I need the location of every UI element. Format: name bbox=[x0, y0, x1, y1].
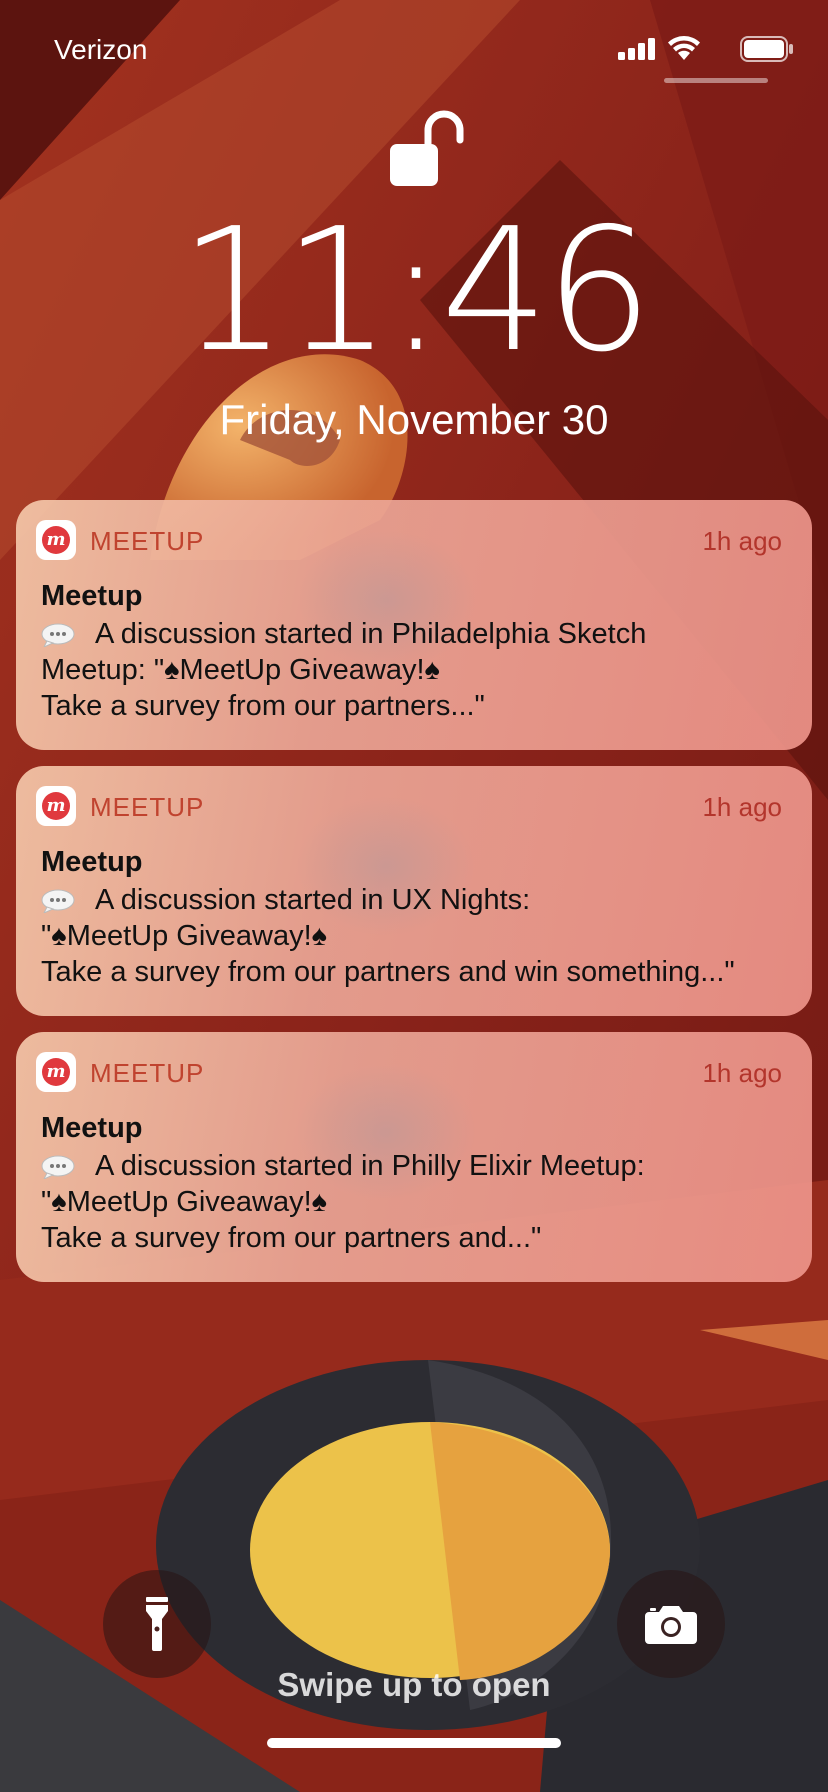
notification-card[interactable]: m MEETUP 1h ago Meetup A discussion star… bbox=[16, 1032, 812, 1282]
notification-app-name: MEETUP bbox=[90, 792, 205, 822]
notification-card[interactable]: m MEETUP 1h ago Meetup A discussion star… bbox=[16, 766, 812, 1016]
notification-time: 1h ago bbox=[702, 1058, 782, 1088]
battery-icon bbox=[740, 36, 793, 62]
notification-line: "♠MeetUp Giveaway!♠ bbox=[41, 920, 328, 952]
home-indicator[interactable] bbox=[267, 1738, 561, 1748]
speech-bubble-icon bbox=[41, 1155, 75, 1179]
notification-line: A discussion started in Philadelphia Ske… bbox=[95, 618, 647, 650]
meetup-app-icon: m bbox=[36, 1052, 76, 1092]
notification-app-name: MEETUP bbox=[90, 1058, 205, 1088]
notification-title: Meetup bbox=[41, 1112, 143, 1144]
notification-app-name: MEETUP bbox=[90, 526, 205, 556]
notification-line: Take a survey from our partners and..." bbox=[41, 1222, 542, 1254]
notification-line: Meetup: "♠MeetUp Giveaway!♠ bbox=[41, 654, 440, 686]
swipe-up-hint: Swipe up to open bbox=[277, 1666, 551, 1703]
flashlight-icon bbox=[146, 1597, 168, 1651]
carrier-label: Verizon bbox=[54, 34, 148, 65]
notification-line: A discussion started in UX Nights: bbox=[95, 884, 531, 916]
status-icons bbox=[614, 36, 794, 62]
notification-line: Take a survey from our partners..." bbox=[41, 690, 485, 722]
speech-bubble-icon bbox=[41, 889, 75, 913]
control-center-indicator[interactable] bbox=[664, 78, 768, 83]
speech-bubble-icon bbox=[41, 623, 75, 647]
notification-card[interactable]: m MEETUP 1h ago Meetup A discussion star… bbox=[16, 500, 812, 750]
notification-line: "♠MeetUp Giveaway!♠ bbox=[41, 1186, 328, 1218]
lock-time: 11:46 bbox=[179, 192, 653, 390]
meetup-app-icon: m bbox=[36, 520, 76, 560]
wifi-icon bbox=[668, 36, 700, 60]
meetup-app-icon: m bbox=[36, 786, 76, 826]
lock-date: Friday, November 30 bbox=[219, 396, 609, 443]
notification-time: 1h ago bbox=[702, 526, 782, 556]
notification-time: 1h ago bbox=[702, 792, 782, 822]
notification-body: A discussion started in UX Nights: "♠Mee… bbox=[41, 882, 801, 990]
camera-icon bbox=[645, 1606, 697, 1644]
camera-button[interactable] bbox=[617, 1570, 725, 1678]
notification-line: A discussion started in Philly Elixir Me… bbox=[95, 1150, 645, 1182]
notification-line: Take a survey from our partners and win … bbox=[41, 956, 735, 988]
notification-body: A discussion started in Philadelphia Ske… bbox=[41, 616, 801, 724]
signal-icon bbox=[618, 38, 655, 60]
notification-title: Meetup bbox=[41, 580, 143, 612]
notification-body: A discussion started in Philly Elixir Me… bbox=[41, 1148, 801, 1256]
unlocked-padlock-icon bbox=[390, 110, 464, 186]
flashlight-button[interactable] bbox=[103, 1570, 211, 1678]
notification-title: Meetup bbox=[41, 846, 143, 878]
